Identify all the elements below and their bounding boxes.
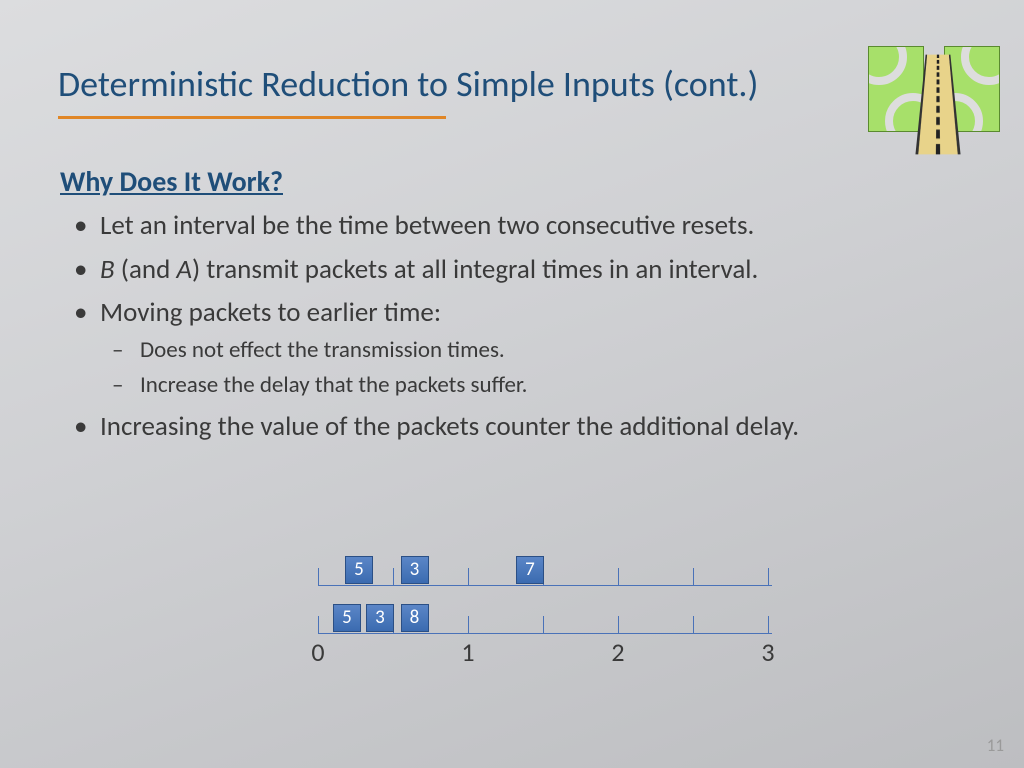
bullet-2-a: A [176, 253, 192, 286]
timeline-tick [393, 568, 394, 586]
bullet-2-mid: (and [115, 253, 177, 286]
timeline-tick [693, 568, 694, 586]
packet-box: 3 [366, 604, 394, 632]
packet-box: 5 [345, 556, 373, 584]
timeline-tick [543, 616, 544, 634]
timeline-baseline [318, 633, 772, 634]
bullet-list: Let an interval be the time between two … [60, 200, 960, 445]
bullet-4: Increasing the value of the packets coun… [60, 409, 960, 445]
packet-box: 8 [401, 604, 429, 632]
bullet-2-b: B [100, 253, 115, 286]
bullet-1: Let an interval be the time between two … [60, 208, 960, 244]
timeline-tick [618, 568, 619, 586]
timeline-tick [768, 568, 769, 586]
timeline-tick [693, 616, 694, 634]
timeline-tick [468, 568, 469, 586]
timeline-tick [468, 616, 469, 634]
page-number: 11 [987, 735, 1004, 756]
packet-box: 5 [333, 604, 361, 632]
axis-label: 3 [761, 636, 774, 668]
sub-bullet-list: Does not effect the transmission times. … [100, 335, 960, 401]
timeline-tick [318, 616, 319, 634]
slide-title: Deterministic Reduction to Simple Inputs… [58, 62, 758, 106]
bullet-2: B (and A) transmit packets at all integr… [60, 252, 960, 288]
timeline-row-moved-earlier: 538 [316, 596, 776, 634]
bullet-3-text: Moving packets to earlier time: [100, 296, 441, 329]
sub-bullet-1: Does not effect the transmission times. [100, 335, 960, 366]
bullet-3: Moving packets to earlier time: Does not… [60, 295, 960, 401]
bullet-2-post: ) transmit packets at all integral times… [192, 253, 758, 286]
sub-bullet-2: Increase the delay that the packets suff… [100, 370, 960, 401]
packet-box: 7 [516, 556, 544, 584]
packet-timeline-diagram: 5375380123 [316, 548, 776, 644]
slide: Deterministic Reduction to Simple Inputs… [0, 0, 1024, 768]
timeline-baseline [318, 585, 772, 586]
map-tile-left [868, 46, 924, 132]
timeline-tick [318, 568, 319, 586]
timeline-tick [768, 616, 769, 634]
axis-label: 1 [461, 636, 474, 668]
title-underline [58, 116, 446, 119]
timeline-tick [618, 616, 619, 634]
axis-label: 0 [311, 636, 324, 668]
packet-box: 3 [401, 556, 429, 584]
section-heading: Why Does It Work? [60, 164, 283, 199]
axis-label: 2 [611, 636, 624, 668]
corner-illustration [868, 44, 1000, 136]
timeline-row-original: 53 7 [316, 548, 776, 586]
bullet-1-text: Let an interval be the time between two … [100, 209, 754, 242]
